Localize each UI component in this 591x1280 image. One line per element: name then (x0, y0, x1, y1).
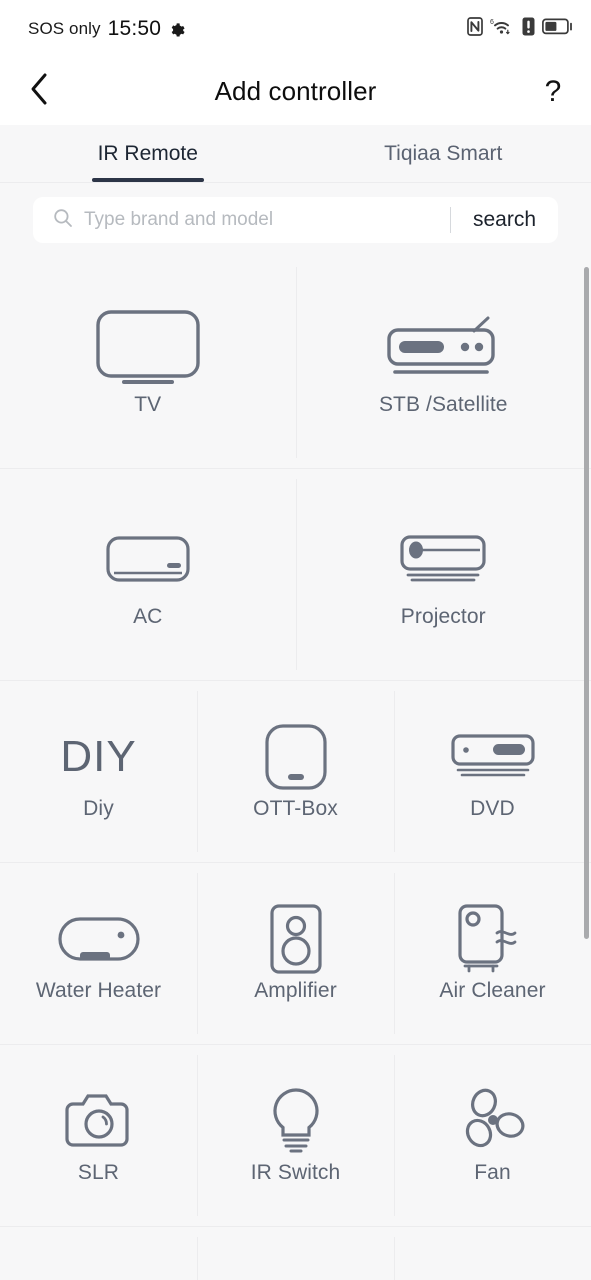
category-cell-robot-vacuum[interactable] (0, 1227, 197, 1280)
set-top-box-icon (385, 309, 501, 387)
category-cell-heater[interactable] (394, 1227, 591, 1280)
clock-label: 15:50 (107, 17, 162, 40)
category-label: Water Heater (35, 978, 162, 1002)
device-category-grid: TV STB /Satellite AC Projector DIY Diy O… (0, 257, 591, 1280)
tab-ir-remote-label: IR Remote (97, 141, 198, 165)
category-cell-water-heater[interactable]: Water Heater (0, 863, 197, 1044)
back-chevron-icon (28, 72, 50, 111)
water-heater-icon (57, 905, 140, 973)
app-header: Add controller ? (0, 58, 591, 125)
category-cell-air-cleaner[interactable]: Air Cleaner (394, 863, 591, 1044)
alert-icon (522, 17, 535, 41)
category-label: IR Switch (250, 1160, 341, 1184)
search-input[interactable] (84, 209, 450, 231)
status-bar-left: SOS only 15:50 (28, 17, 185, 41)
category-label: Projector (400, 604, 486, 628)
category-label: TV (134, 392, 162, 416)
battery-icon (542, 18, 573, 40)
light-bulb-icon (268, 1087, 324, 1155)
category-label: AC (133, 604, 163, 628)
status-bar-right: 6 (467, 0, 573, 58)
air-cleaner-icon (457, 903, 529, 973)
tv-icon (96, 309, 200, 387)
category-cell-slr[interactable]: SLR (0, 1045, 197, 1226)
category-label: Amplifier (254, 978, 337, 1002)
grid-row: DIY Diy OTT-Box DVD (0, 681, 591, 863)
diy-text-glyph: DIY (60, 731, 137, 781)
grid-row: Water Heater Amplifier Air Cleaner (0, 863, 591, 1045)
grid-row: SLR IR Switch Fan (0, 1045, 591, 1227)
diy-text-icon: DIY (60, 723, 136, 791)
category-cell-amplifier[interactable]: Amplifier (197, 863, 394, 1044)
category-label: DVD (470, 796, 515, 820)
status-bar: SOS only 15:50 6 (0, 0, 591, 58)
scrollbar-thumb[interactable] (584, 267, 589, 939)
tab-tiqiaa-smart[interactable]: Tiqiaa Smart (296, 125, 591, 182)
page-title: Add controller (214, 76, 377, 106)
carrier-label: SOS only (28, 19, 101, 38)
tab-ir-remote[interactable]: IR Remote (0, 125, 296, 182)
camera-icon (64, 1087, 133, 1155)
category-label: Air Cleaner (439, 978, 546, 1002)
tab-bar: IR Remote Tiqiaa Smart (0, 125, 591, 183)
category-cell-ac[interactable]: AC (0, 469, 296, 680)
category-cell-stb-satellite[interactable]: STB /Satellite (295, 257, 591, 468)
category-cell-tv[interactable]: TV (0, 257, 296, 468)
dvd-player-icon (450, 723, 535, 791)
grid-row-partial (0, 1227, 591, 1280)
category-cell-ott-box[interactable]: OTT-Box (197, 681, 394, 862)
ott-box-icon (264, 723, 327, 791)
search-bar[interactable]: search (33, 197, 558, 243)
category-cell-ir-switch[interactable]: IR Switch (197, 1045, 394, 1226)
amplifier-speaker-icon (269, 903, 322, 974)
tab-active-underline (91, 178, 204, 182)
projector-icon (400, 521, 486, 599)
fan-propeller-icon (460, 1087, 526, 1155)
search-icon (53, 208, 73, 233)
category-label: OTT-Box (253, 796, 338, 820)
nfc-icon (467, 17, 483, 41)
category-cell-dvd[interactable]: DVD (394, 681, 591, 862)
tab-tiqiaa-smart-label: Tiqiaa Smart (384, 141, 503, 165)
grid-row: AC Projector (0, 469, 591, 681)
scrollbar-track[interactable] (584, 257, 591, 1280)
category-label: Fan (474, 1160, 511, 1184)
category-label: STB /Satellite (378, 392, 508, 416)
category-cell-diy[interactable]: DIY Diy (0, 681, 197, 862)
grid-row: TV STB /Satellite (0, 257, 591, 469)
back-button[interactable] (18, 71, 60, 113)
category-cell-projector[interactable]: Projector (295, 469, 591, 680)
category-label: SLR (77, 1160, 120, 1184)
wifi-6-icon: 6 (490, 17, 515, 42)
gear-icon (168, 22, 185, 39)
search-section: search (0, 183, 591, 257)
air-conditioner-icon (106, 521, 190, 599)
search-button[interactable]: search (451, 208, 558, 232)
category-cell-projector-screen[interactable] (197, 1227, 394, 1280)
category-cell-fan[interactable]: Fan (394, 1045, 591, 1226)
svg-text:6: 6 (490, 19, 494, 26)
help-button[interactable]: ? (533, 71, 573, 113)
category-label: Diy (83, 796, 114, 820)
